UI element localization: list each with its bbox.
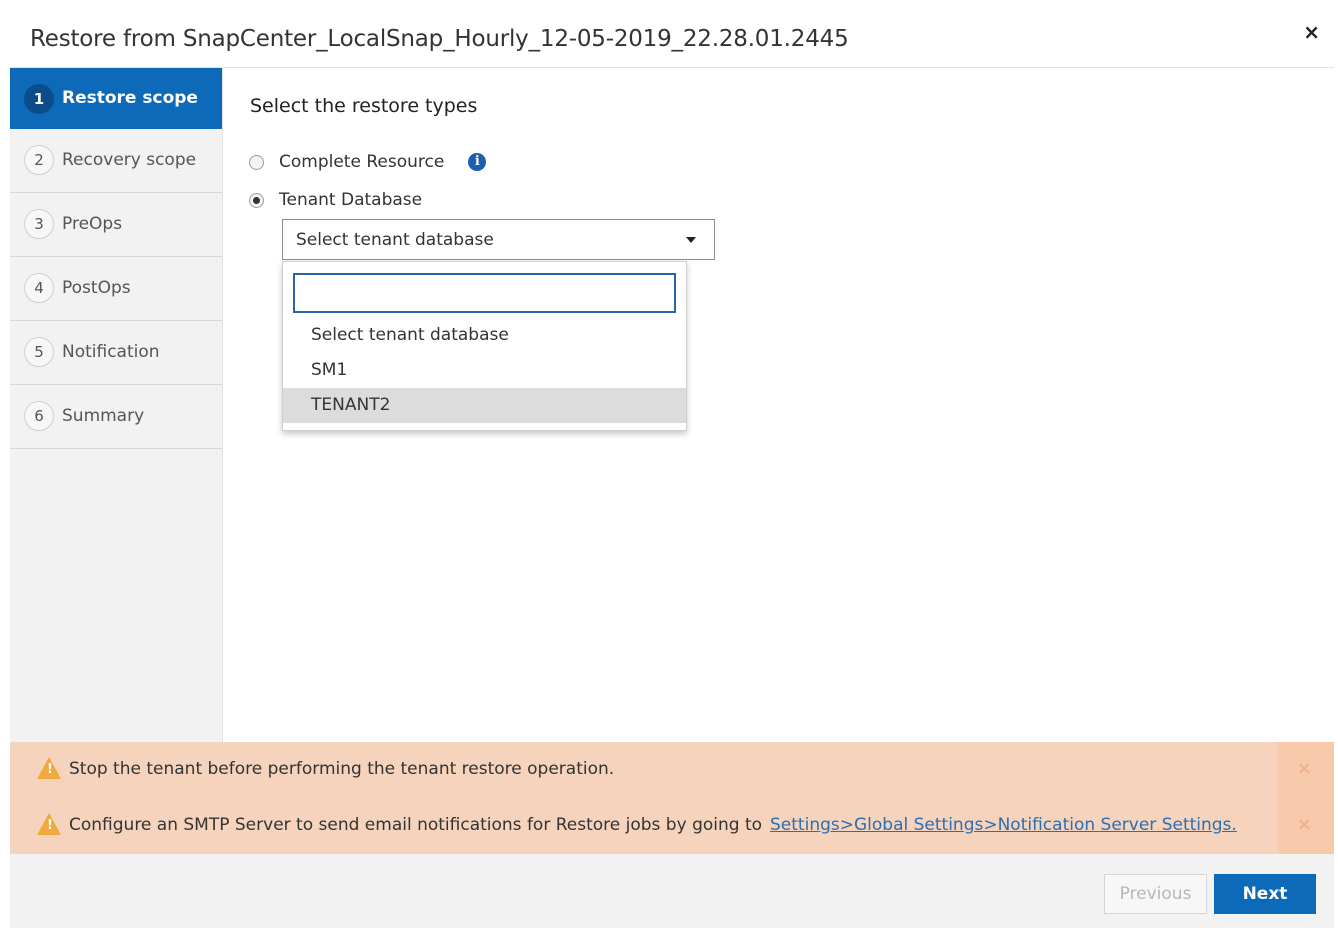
step-restore-scope[interactable]: 1 Restore scope bbox=[10, 68, 222, 129]
tenant-database-select[interactable]: Select tenant database bbox=[282, 219, 715, 260]
alert-stop-tenant: Stop the tenant before performing the te… bbox=[10, 742, 1334, 798]
step-number: 6 bbox=[24, 401, 54, 431]
tenant-dropdown-menu: Select tenant database SM1 TENANT2 bbox=[282, 261, 687, 431]
step-postops[interactable]: 4 PostOps bbox=[10, 257, 222, 321]
step-number: 4 bbox=[24, 273, 54, 303]
alerts-area: Stop the tenant before performing the te… bbox=[10, 742, 1334, 854]
alert-text: Configure an SMTP Server to send email n… bbox=[69, 815, 763, 835]
dropdown-option-select-tenant[interactable]: Select tenant database bbox=[283, 318, 686, 353]
step-summary[interactable]: 6 Summary bbox=[10, 385, 222, 449]
notification-settings-link[interactable]: Settings>Global Settings>Notification Se… bbox=[770, 815, 1237, 835]
step-number: 1 bbox=[24, 84, 54, 114]
info-icon[interactable]: i bbox=[468, 153, 487, 171]
select-value: Select tenant database bbox=[296, 230, 494, 250]
complete-resource-radio[interactable] bbox=[249, 154, 264, 170]
step-label: Restore scope bbox=[62, 88, 198, 108]
step-label: Notification bbox=[62, 342, 160, 362]
caret-down-icon bbox=[686, 237, 696, 243]
warning-icon bbox=[37, 757, 61, 779]
next-button[interactable]: Next bbox=[1214, 874, 1316, 914]
alert-text-container: Configure an SMTP Server to send email n… bbox=[69, 815, 1237, 835]
alert-close-column: × × bbox=[1278, 742, 1334, 854]
complete-resource-label: Complete Resource bbox=[279, 152, 445, 172]
step-number: 5 bbox=[24, 337, 54, 367]
step-label: PostOps bbox=[62, 278, 131, 298]
previous-button[interactable]: Previous bbox=[1104, 874, 1207, 914]
step-label: PreOps bbox=[62, 214, 123, 234]
step-notification[interactable]: 5 Notification bbox=[10, 321, 222, 385]
alert-smtp: Configure an SMTP Server to send email n… bbox=[10, 798, 1334, 854]
dialog-footer: Previous Next bbox=[10, 854, 1334, 928]
alert-close-icon[interactable]: × bbox=[1297, 814, 1312, 835]
step-number: 2 bbox=[24, 145, 54, 175]
step-label: Recovery scope bbox=[62, 150, 197, 170]
step-preops[interactable]: 3 PreOps bbox=[10, 193, 222, 257]
dropdown-option-tenant2[interactable]: TENANT2 bbox=[283, 388, 686, 423]
section-title: Select the restore types bbox=[250, 95, 478, 117]
alert-text: Stop the tenant before performing the te… bbox=[69, 759, 615, 779]
step-recovery-scope[interactable]: 2 Recovery scope bbox=[10, 129, 222, 193]
dropdown-search-input[interactable] bbox=[293, 273, 676, 313]
restore-dialog: Restore from SnapCenter_LocalSnap_Hourly… bbox=[0, 0, 1338, 928]
tenant-database-label: Tenant Database bbox=[279, 190, 423, 210]
step-number: 3 bbox=[24, 209, 54, 239]
tenant-database-option[interactable]: Tenant Database bbox=[249, 190, 422, 210]
dialog-title: Restore from SnapCenter_LocalSnap_Hourly… bbox=[30, 26, 849, 52]
complete-resource-option[interactable]: Complete Resource i bbox=[249, 152, 487, 172]
wizard-steps-sidebar: 1 Restore scope 2 Recovery scope 3 PreOp… bbox=[10, 68, 223, 742]
dropdown-option-sm1[interactable]: SM1 bbox=[283, 353, 686, 388]
restore-scope-panel: Select the restore types Complete Resour… bbox=[223, 68, 1334, 742]
tenant-database-radio[interactable] bbox=[249, 192, 264, 208]
step-label: Summary bbox=[62, 406, 145, 426]
alert-close-icon[interactable]: × bbox=[1297, 758, 1312, 779]
warning-icon bbox=[37, 813, 61, 835]
dialog-header: Restore from SnapCenter_LocalSnap_Hourly… bbox=[10, 14, 1334, 68]
close-icon[interactable]: × bbox=[1303, 20, 1320, 44]
